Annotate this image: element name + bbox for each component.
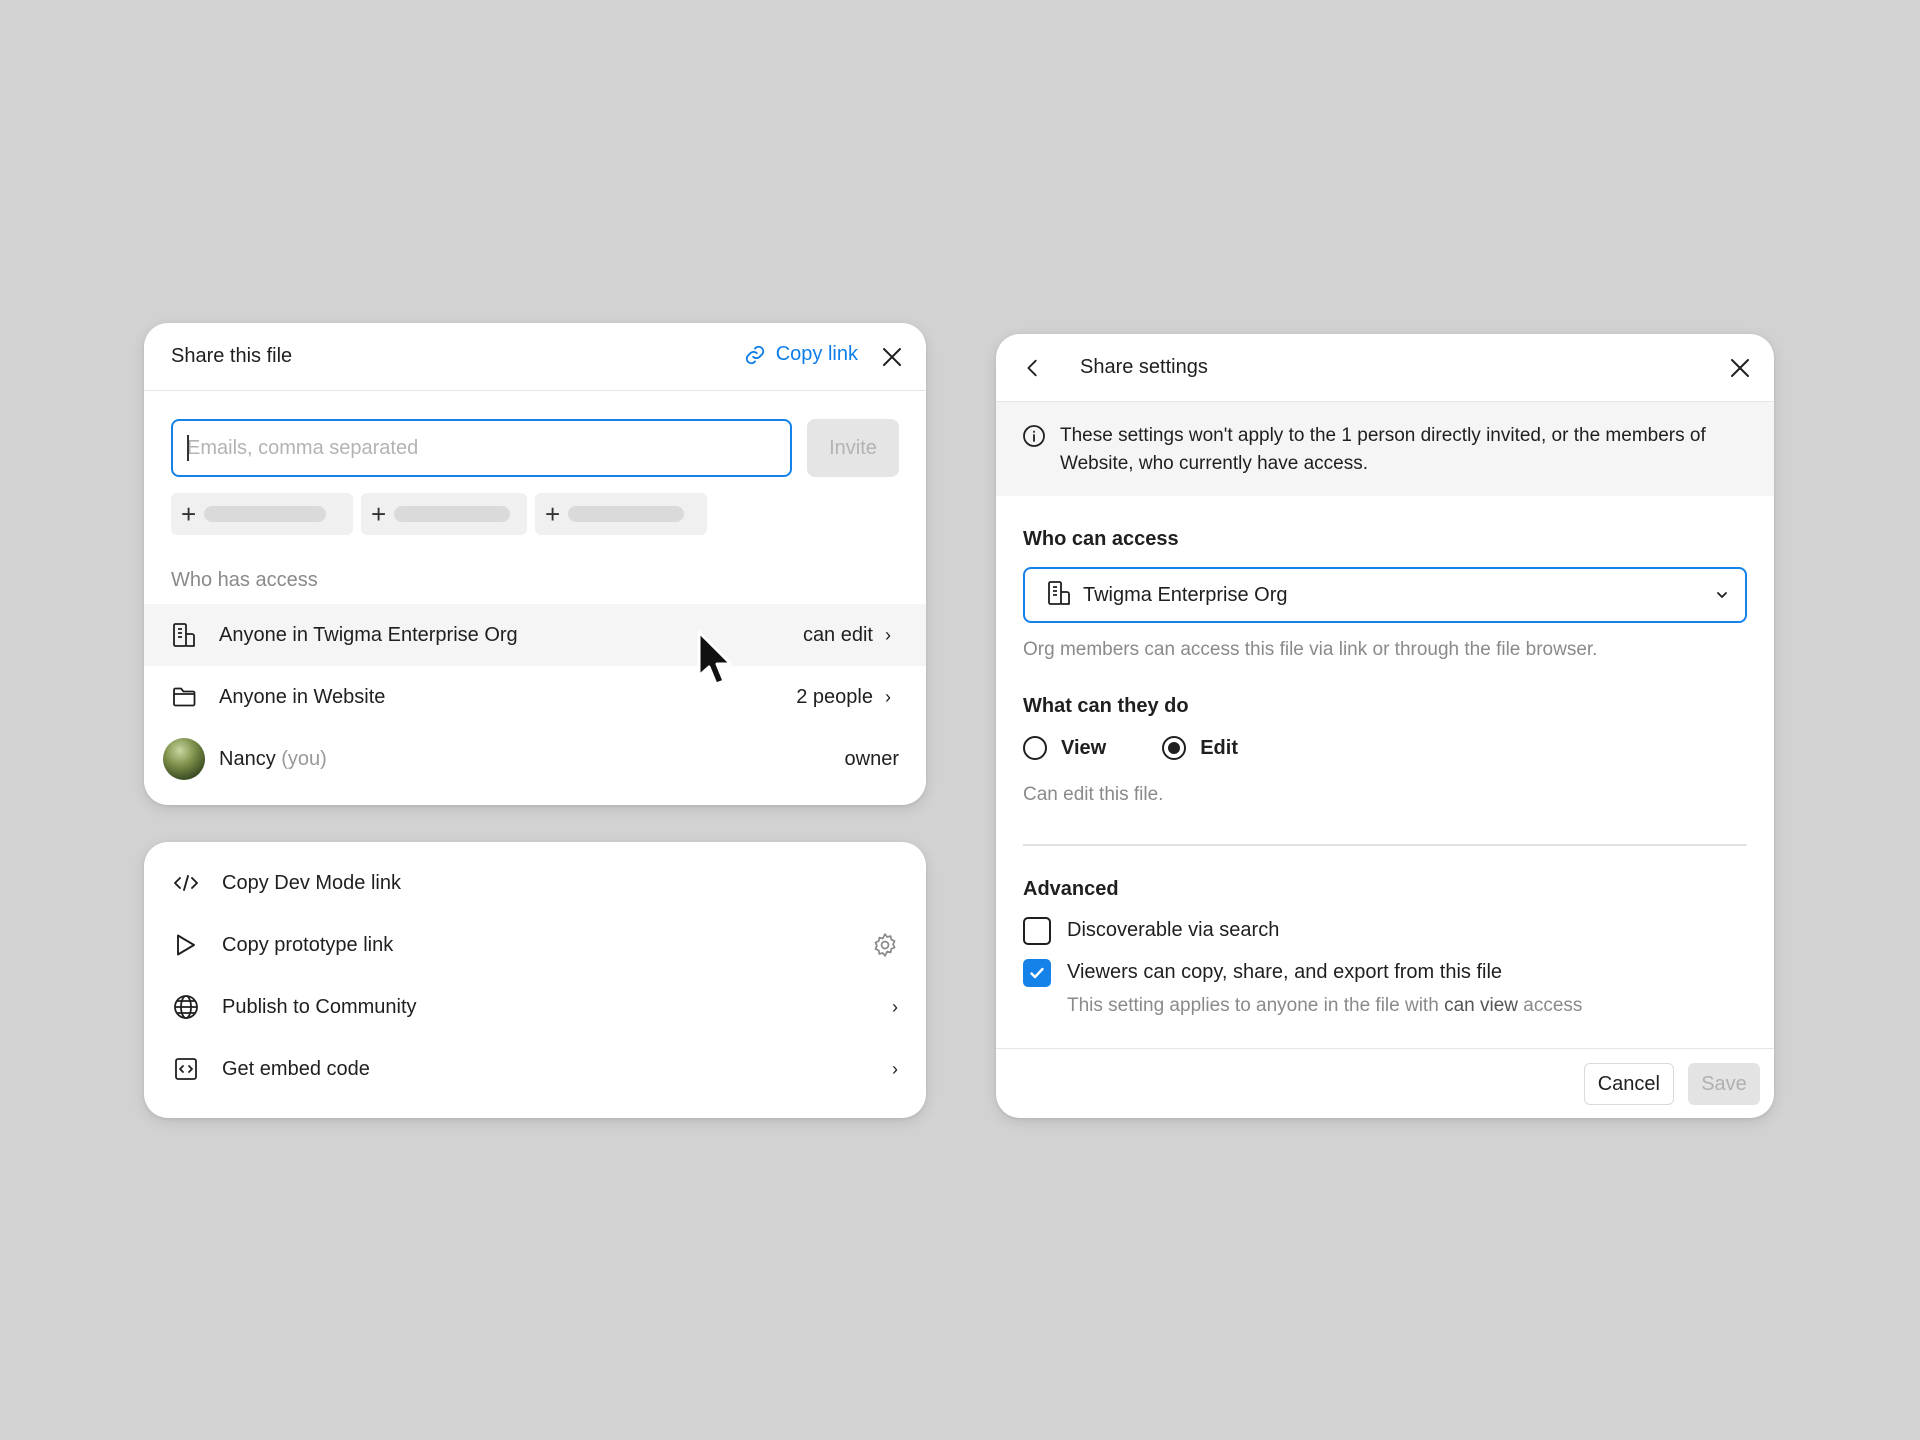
close-icon[interactable]	[880, 345, 904, 369]
option-label: Copy prototype link	[222, 933, 394, 956]
checkmark-icon	[1030, 967, 1044, 978]
who-has-access-label: Who has access	[171, 569, 318, 591]
share-options-panel: Copy Dev Mode link Copy prototype link P…	[144, 842, 926, 1118]
access-row-permission: can edit	[802, 623, 873, 646]
settings-title: Share settings	[1080, 356, 1208, 378]
divider	[1023, 844, 1747, 846]
edit-radio-label: Edit	[1200, 736, 1238, 759]
note-suffix: access	[1523, 994, 1583, 1016]
view-radio[interactable]	[1023, 736, 1047, 760]
email-input[interactable]	[171, 419, 792, 477]
access-row-role: owner	[844, 747, 899, 770]
edit-radio-option[interactable]: Edit	[1162, 736, 1238, 760]
close-icon[interactable]	[1728, 356, 1752, 380]
globe-icon	[172, 993, 200, 1021]
mouse-cursor-icon	[697, 630, 733, 686]
discoverable-checkbox[interactable]	[1023, 916, 1051, 945]
chevron-right-icon: ›	[885, 686, 891, 707]
chevron-right-icon: ›	[892, 1058, 898, 1079]
access-row-website[interactable]: Anyone in Website 2 people ›	[144, 666, 926, 728]
viewers-copy-checkbox[interactable]	[1023, 958, 1051, 987]
share-panel-header: Share this file Copy link	[144, 323, 926, 391]
text-caret	[187, 435, 189, 461]
access-select-value: Twigma Enterprise Org	[1083, 583, 1288, 606]
invite-row: Invite	[171, 419, 899, 477]
get-embed-code-option[interactable]: Get embed code ›	[144, 1038, 926, 1100]
avatar	[163, 738, 205, 780]
plus-icon: +	[371, 499, 387, 529]
settings-footer: Cancel Save	[996, 1048, 1774, 1118]
permission-helper-text: Can edit this file.	[1023, 784, 1164, 805]
note-prefix: This setting applies to anyone in the fi…	[1067, 994, 1439, 1016]
access-row-user: Nancy (you)	[219, 748, 845, 771]
copy-link-label: Copy link	[775, 343, 858, 365]
note-emphasis: can view	[1444, 994, 1518, 1016]
copy-link-button[interactable]: Copy link	[744, 343, 858, 366]
copy-prototype-link-option[interactable]: Copy prototype link	[144, 914, 926, 976]
discoverable-row[interactable]: Discoverable via search	[1023, 916, 1747, 945]
plus-icon: +	[181, 499, 197, 529]
access-select[interactable]: Twigma Enterprise Org	[1023, 567, 1747, 623]
invite-button[interactable]: Invite	[807, 419, 899, 477]
view-radio-option[interactable]: View	[1023, 736, 1106, 760]
org-building-icon	[171, 622, 197, 648]
option-label: Publish to Community	[222, 995, 417, 1018]
org-building-icon	[1047, 580, 1071, 611]
share-file-panel: Share this file Copy link Invite + + +	[144, 323, 926, 805]
viewers-copy-row[interactable]: Viewers can copy, share, and export from…	[1023, 958, 1747, 987]
chevron-right-icon: ›	[892, 996, 898, 1017]
chip-placeholder-bar	[568, 506, 685, 522]
folder-icon	[171, 684, 197, 710]
suggestion-chip[interactable]: +	[535, 493, 707, 535]
copy-dev-mode-link-option[interactable]: Copy Dev Mode link	[144, 852, 926, 914]
save-button[interactable]: Save	[1688, 1063, 1760, 1105]
info-icon	[1023, 425, 1045, 447]
back-icon[interactable]	[1022, 357, 1044, 379]
option-label: Get embed code	[222, 1057, 370, 1080]
play-icon	[172, 931, 200, 959]
viewers-copy-note: This setting applies to anyone in the fi…	[1067, 995, 1747, 1017]
info-banner: These settings won't apply to the 1 pers…	[996, 402, 1774, 496]
settings-body: Who can access Twigma Enterprise Org Org…	[996, 528, 1774, 1017]
access-row-count: 2 people	[796, 685, 873, 708]
permission-radio-group: View Edit	[1023, 736, 1747, 760]
chip-placeholder-bar	[394, 506, 511, 522]
discoverable-label: Discoverable via search	[1067, 919, 1280, 941]
suggestion-chip[interactable]: +	[171, 493, 353, 535]
gear-icon[interactable]	[868, 932, 898, 958]
cancel-button[interactable]: Cancel	[1583, 1063, 1674, 1105]
code-icon	[172, 869, 200, 897]
what-can-they-do-label: What can they do	[1023, 695, 1189, 717]
access-helper-text: Org members can access this file via lin…	[1023, 639, 1598, 660]
you-suffix: (you)	[281, 747, 327, 770]
viewers-copy-label: Viewers can copy, share, and export from…	[1067, 961, 1503, 983]
who-can-access-label: Who can access	[1023, 528, 1179, 550]
link-icon	[745, 345, 764, 364]
share-panel-title: Share this file	[171, 345, 293, 367]
chevron-down-icon	[1717, 592, 1727, 598]
suggestion-chip[interactable]: +	[361, 493, 527, 535]
suggestion-chips: + + +	[171, 493, 707, 535]
chip-placeholder-bar	[204, 506, 327, 522]
advanced-label: Advanced	[1023, 877, 1119, 900]
share-settings-panel: Share settings These settings won't appl…	[996, 334, 1774, 1118]
access-row-owner: Nancy (you) owner	[144, 728, 926, 790]
embed-icon	[172, 1055, 200, 1083]
settings-header: Share settings	[996, 334, 1774, 402]
publish-to-community-option[interactable]: Publish to Community ›	[144, 976, 926, 1038]
edit-radio[interactable]	[1162, 736, 1187, 760]
info-text: These settings won't apply to the 1 pers…	[1060, 425, 1706, 474]
access-row-org[interactable]: Anyone in Twigma Enterprise Org can edit…	[144, 604, 926, 666]
chevron-right-icon: ›	[885, 624, 891, 645]
view-radio-label: View	[1061, 736, 1107, 759]
user-name: Nancy	[219, 747, 276, 770]
plus-icon: +	[545, 499, 561, 529]
option-label: Copy Dev Mode link	[222, 871, 401, 894]
